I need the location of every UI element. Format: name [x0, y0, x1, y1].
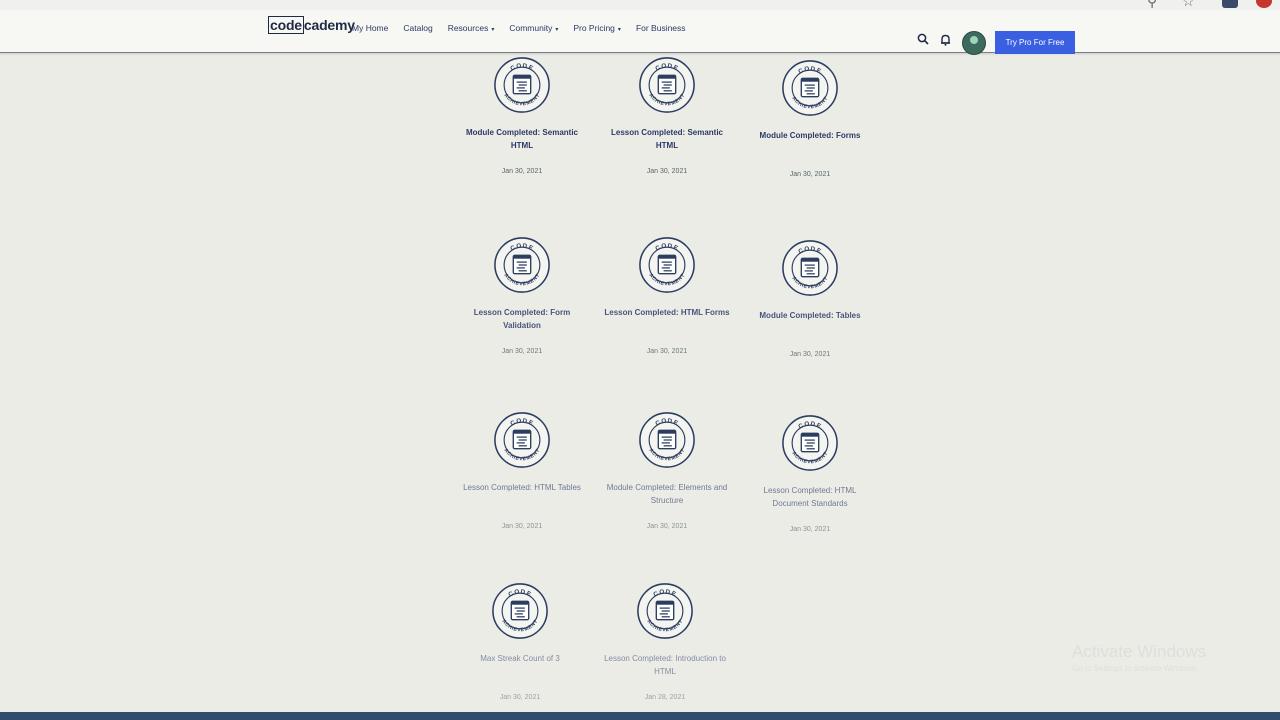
code-achievement-badge-icon: CODE ACHIEVEMENT [639, 412, 695, 468]
browser-toolbar-strip [0, 0, 1280, 10]
browser-search-icon[interactable]: ⚲ [1147, 0, 1157, 10]
achievement-date: Jan 30, 2021 [501, 168, 543, 175]
code-achievement-badge-icon: CODE ACHIEVEMENT [494, 57, 550, 113]
achievement-card[interactable]: CODE ACHIEVEMENT Module Completed: Seman… [447, 56, 597, 175]
achievement-card[interactable]: CODE ACHIEVEMENT Max Streak Count of 3 Ja… [445, 582, 595, 701]
activate-windows-subtitle: Go to Settings to activate Windows. [1072, 664, 1199, 673]
achievement-date: Jan 30, 2021 [499, 694, 541, 701]
achievement-card[interactable]: CODE ACHIEVEMENT Module Completed: Eleme… [592, 411, 742, 530]
chevron-down-icon: ▾ [555, 27, 559, 33]
code-achievement-badge-icon: CODE ACHIEVEMENT [782, 60, 838, 116]
achievement-title: Lesson Completed: Introduction to HTML [604, 654, 726, 676]
logo-boxed-text: code [268, 16, 304, 34]
user-avatar[interactable] [962, 31, 986, 55]
nav-item-label: Pro Pricing [573, 23, 615, 33]
achievement-title: Lesson Completed: HTML Tables [463, 483, 581, 492]
achievement-card[interactable]: CODE ACHIEVEMENT Module Completed: Forms… [735, 59, 885, 178]
achievement-title: Max Streak Count of 3 [480, 654, 560, 663]
nav-item-community[interactable]: Community ▾ [509, 23, 558, 33]
achievement-title: Lesson Completed: Semantic HTML [610, 128, 724, 150]
nav-item-label: Catalog [403, 23, 433, 33]
taskbar [0, 712, 1280, 720]
achievement-title: Module Completed: Tables [759, 311, 861, 320]
achievement-date: Jan 30, 2021 [789, 526, 831, 533]
achievement-date: Jan 30, 2021 [789, 351, 831, 358]
codecademy-logo[interactable]: code cademy [268, 16, 355, 34]
search-icon[interactable] [917, 33, 929, 49]
achievement-title: Lesson Completed: HTML Document Standard… [763, 486, 857, 508]
achievement-card[interactable]: CODE ACHIEVEMENT Lesson Completed: HTML … [735, 414, 885, 533]
code-achievement-badge-icon: CODE ACHIEVEMENT [639, 237, 695, 293]
achievement-date: Jan 30, 2021 [646, 348, 688, 355]
nav-item-label: My Home [352, 23, 389, 33]
achievement-card[interactable]: CODE ACHIEVEMENT Lesson Completed: HTML … [592, 236, 742, 355]
nav-item-my-home[interactable]: My Home [352, 23, 388, 33]
nav-item-pro-pricing[interactable]: Pro Pricing ▾ [573, 23, 621, 33]
achievement-card[interactable]: CODE ACHIEVEMENT Lesson Completed: HTML … [447, 411, 597, 530]
code-achievement-badge-icon: CODE ACHIEVEMENT [494, 412, 550, 468]
achievement-title: Module Completed: Elements and Structure [606, 483, 728, 505]
code-achievement-badge-icon: CODE ACHIEVEMENT [639, 57, 695, 113]
achievement-title: Lesson Completed: HTML Forms [604, 308, 730, 317]
nav-item-label: Resources [447, 23, 489, 33]
code-achievement-badge-icon: CODE ACHIEVEMENT [782, 415, 838, 471]
nav-item-for-business[interactable]: For Business [636, 23, 686, 33]
main-nav: My Home Catalog Resources ▾ Community ▾ Pro Pr… [352, 23, 701, 33]
achievement-date: Jan 28, 2021 [644, 694, 686, 701]
achievement-card[interactable]: CODE ACHIEVEMENT Lesson Completed: Form … [447, 236, 597, 355]
achievement-title: Lesson Completed: Form Validation [473, 308, 571, 330]
achievement-card[interactable]: CODE ACHIEVEMENT Lesson Completed: Seman… [592, 56, 742, 175]
chevron-down-icon: ▾ [617, 27, 621, 33]
achievement-card[interactable]: CODE ACHIEVEMENT Lesson Completed: Intro… [590, 582, 740, 701]
chevron-down-icon: ▾ [491, 27, 495, 33]
top-navigation-bar: ⚲ ☆ code cademy My Home Catalog Resources ▾ C… [0, 0, 1280, 55]
bell-icon[interactable] [940, 34, 951, 50]
nav-item-catalog[interactable]: Catalog [403, 23, 432, 33]
achievement-card[interactable]: CODE ACHIEVEMENT Module Completed: Table… [735, 239, 885, 358]
achievement-date: Jan 30, 2021 [646, 168, 688, 175]
achievement-date: Jan 30, 2021 [501, 523, 543, 530]
activate-windows-watermark: Activate Windows [1072, 642, 1207, 661]
code-achievement-badge-icon: CODE ACHIEVEMENT [492, 583, 548, 639]
achievement-title: Module Completed: Forms [759, 131, 861, 140]
try-pro-button[interactable]: Try Pro For Free [995, 31, 1075, 54]
achievement-date: Jan 30, 2021 [501, 348, 543, 355]
bookmark-star-icon[interactable]: ☆ [1182, 0, 1195, 10]
nav-item-label: Community [509, 23, 553, 33]
nav-item-resources[interactable]: Resources ▾ [448, 23, 495, 33]
extension-icon[interactable] [1222, 0, 1238, 8]
nav-item-label: For Business [635, 23, 686, 33]
achievement-date: Jan 30, 2021 [646, 523, 688, 530]
code-achievement-badge-icon: CODE ACHIEVEMENT [782, 240, 838, 296]
achievement-title: Module Completed: Semantic HTML [465, 128, 578, 150]
code-achievement-badge-icon: CODE ACHIEVEMENT [637, 583, 693, 639]
logo-text: cademy [303, 17, 355, 33]
achievement-date: Jan 30, 2021 [789, 171, 831, 178]
code-achievement-badge-icon: CODE ACHIEVEMENT [494, 237, 550, 293]
